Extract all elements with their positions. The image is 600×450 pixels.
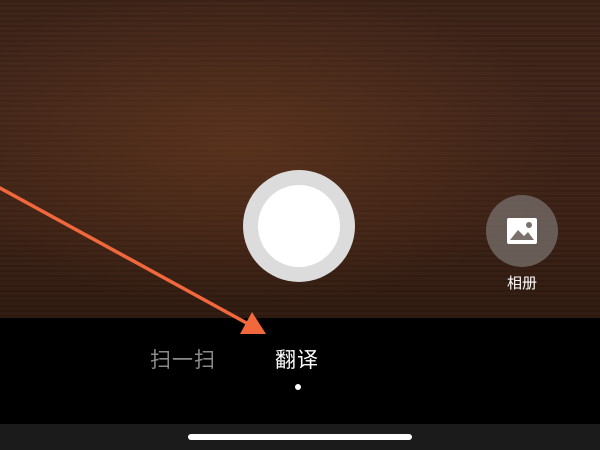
shutter-button[interactable] — [243, 170, 355, 282]
album-label: 相册 — [506, 274, 537, 292]
album-button[interactable] — [486, 195, 558, 267]
home-indicator[interactable] — [188, 434, 412, 440]
mode-selected-indicator — [295, 384, 301, 390]
mode-translate[interactable]: 翻译 — [275, 344, 319, 374]
shutter-inner — [258, 185, 340, 267]
image-icon — [507, 218, 537, 244]
mode-scan[interactable]: 扫一扫 — [150, 344, 216, 374]
